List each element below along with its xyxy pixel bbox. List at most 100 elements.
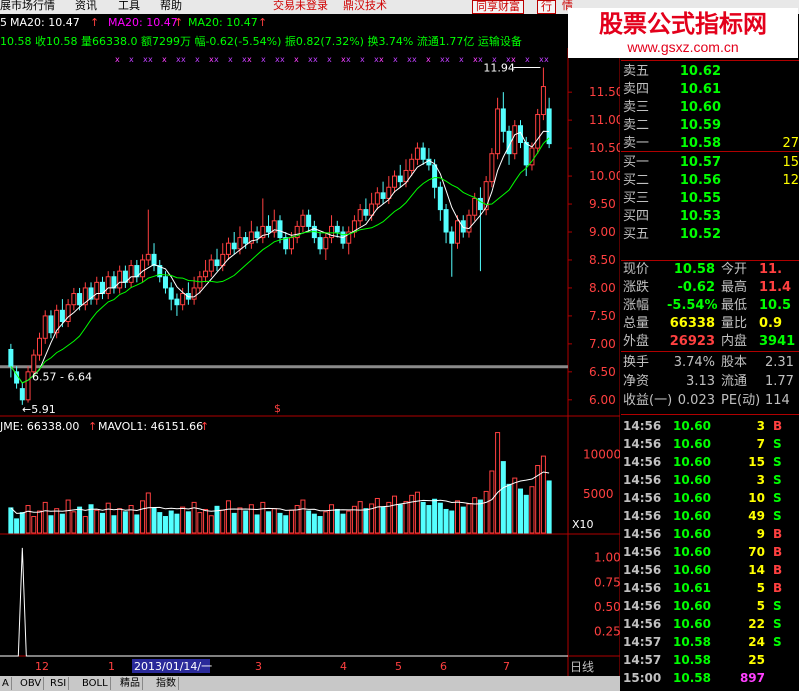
signal-marker: x (478, 55, 483, 64)
volume-bar (512, 477, 518, 534)
order-price: 10.53 (679, 209, 721, 224)
volume-bar (220, 509, 226, 534)
trade-button[interactable]: 行 (537, 0, 556, 14)
quote-value: -5.54% (667, 298, 718, 313)
signal-marker: x (228, 55, 233, 64)
indicator-tab[interactable]: OBV (18, 677, 45, 690)
trade-time: 14:56 (623, 419, 662, 433)
order-price: 10.52 (679, 227, 721, 242)
volume-bar (529, 486, 535, 534)
trade-volume: 7 (756, 437, 765, 451)
candle-body (254, 231, 260, 239)
volume-bar (346, 510, 352, 534)
volume-bar (306, 510, 312, 534)
order-price: 10.62 (679, 64, 721, 79)
trade-price: 10.60 (673, 473, 711, 487)
volume-bar (466, 503, 472, 534)
candle-body (523, 142, 529, 166)
volume-bar (105, 502, 111, 534)
volume-bar (260, 501, 266, 534)
volume-bar (374, 497, 380, 534)
support-band (0, 365, 568, 369)
volume-bar (357, 501, 363, 534)
indicator-tab[interactable]: RSI (48, 677, 70, 690)
trade-price: 10.60 (673, 509, 711, 523)
kline-chart[interactable]: 11.5011.0010.5010.009.509.008.508.007.50… (0, 48, 620, 676)
candlestick-series (8, 67, 552, 405)
volume-bar (477, 499, 483, 534)
volume-bar (180, 506, 186, 534)
volume-bar (77, 506, 83, 534)
volume-bar (420, 501, 426, 534)
trade-time: 14:56 (623, 545, 662, 559)
candle-body (449, 231, 455, 244)
candle-body (300, 214, 306, 227)
volume-bar (495, 432, 501, 534)
indicator-tab[interactable]: A (0, 677, 12, 690)
volume-bar (449, 510, 455, 534)
quote-label: 量比 (721, 316, 748, 331)
volume-bar (283, 515, 289, 534)
volume-bar (122, 511, 128, 534)
volume-bar (432, 498, 438, 534)
quote-label: 总量 (623, 316, 650, 331)
login-status[interactable]: 交易未登录 (273, 0, 328, 12)
candle-body (19, 388, 25, 401)
volume-bar (145, 492, 151, 534)
period-label[interactable]: 日线 (570, 660, 594, 674)
volume-bar (323, 511, 329, 534)
share-wealth-button[interactable]: 同享财富 (472, 0, 524, 14)
divider (621, 60, 799, 61)
candle-body (306, 214, 312, 227)
signal-marker: x (459, 55, 464, 64)
menu-item-market[interactable]: 展市场行情 (0, 0, 55, 12)
candle-body (48, 315, 54, 334)
volume-bar (168, 510, 174, 534)
candle-body (489, 153, 495, 183)
quote-row: 外盘 26923 内盘 3941 (623, 333, 799, 351)
sell-row: 卖四 10.61 (623, 81, 799, 99)
order-price: 10.60 (679, 100, 721, 115)
candle-body (94, 281, 100, 300)
indicator-tab[interactable]: 精品 (118, 677, 143, 690)
order-price: 10.59 (679, 118, 721, 133)
trade-time: 14:56 (623, 509, 662, 523)
menu-item-help[interactable]: 帮助 (160, 0, 182, 12)
period-selector[interactable]: 日线 (570, 658, 618, 674)
x-axis-label: 7 (503, 660, 510, 673)
price-tick-label: 6.00 (589, 393, 616, 407)
summary-line: 10.58 收10.58 量66338.0 额7299万 幅-0.62(-5.5… (0, 33, 570, 48)
high-label: 11.94 (483, 62, 515, 75)
candle-body (25, 371, 31, 401)
candle-body (392, 175, 398, 188)
trade-volume: 70 (748, 545, 765, 559)
menu-item-tools[interactable]: 工具 (118, 0, 140, 12)
arrow-icon: ↑ (200, 420, 209, 433)
signal-marker: x (426, 55, 431, 64)
fundamental-label: 收益(一) (623, 393, 673, 408)
signal-marker: x (115, 55, 120, 64)
candle-body (500, 108, 506, 132)
volume-bar (19, 512, 25, 534)
x-axis-label: 5 (395, 660, 402, 673)
signal-marker: x (247, 55, 252, 64)
trade-row: 14:57 10.58 25 (623, 651, 799, 669)
candle-body (466, 214, 472, 233)
candle-body (191, 287, 197, 300)
indicator-tab[interactable]: 指数 (154, 677, 179, 690)
signal-marker: x (346, 55, 351, 64)
candle-body (36, 337, 42, 356)
sell-row: 卖三 10.60 (623, 99, 799, 117)
menu-item-news[interactable]: 资讯 (75, 0, 97, 12)
divider (621, 414, 799, 415)
quote-row: 涨幅 -5.54% 最低 10.5 (623, 297, 799, 315)
indicator-tick-label: 0.25 (594, 624, 620, 638)
signal-marker: x (148, 55, 153, 64)
indicator-tab[interactable]: BOLL (80, 677, 111, 690)
candle-body (495, 108, 501, 155)
fundamental-value: 2.31 (765, 355, 794, 370)
volume-bar (311, 513, 317, 534)
trade-row: 14:56 10.61 5 B (623, 579, 799, 597)
ma-white-label: MA20: 10.47 (10, 16, 80, 29)
trade-row: 14:56 10.60 15 S (623, 453, 799, 471)
